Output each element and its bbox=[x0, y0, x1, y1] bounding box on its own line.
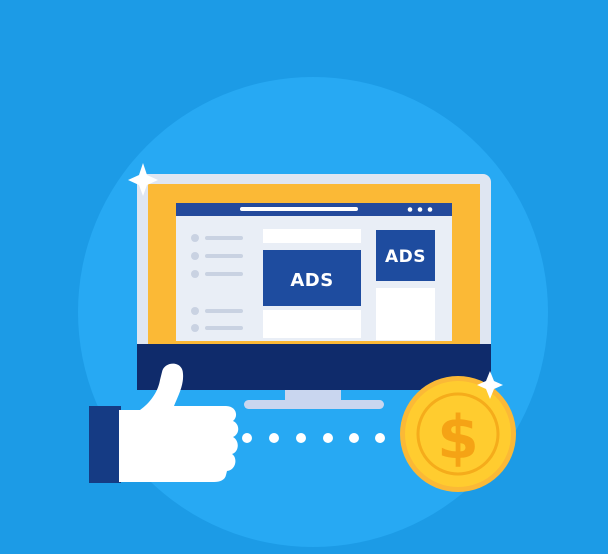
side-ad-label: ADS bbox=[385, 247, 426, 267]
list-line bbox=[205, 254, 243, 258]
connector-dot bbox=[375, 433, 385, 443]
list-bullet bbox=[191, 270, 199, 278]
monitor-icon: ADS ADS bbox=[137, 174, 491, 409]
monitor-neck bbox=[285, 390, 341, 400]
dollar-sign: $ bbox=[437, 403, 479, 473]
sleeve-cuff bbox=[89, 406, 121, 483]
connector-dot bbox=[242, 433, 252, 443]
main-ad-label: ADS bbox=[290, 270, 333, 291]
list-line bbox=[205, 309, 243, 313]
content-block bbox=[263, 229, 361, 243]
list-bullet bbox=[191, 252, 199, 260]
connector-dot bbox=[349, 433, 359, 443]
content-block bbox=[376, 288, 435, 340]
illustration: ADS ADS $ bbox=[78, 77, 548, 547]
list-bullet bbox=[191, 234, 199, 242]
connector-dot bbox=[269, 433, 279, 443]
address-bar bbox=[240, 207, 358, 211]
window-dot bbox=[427, 207, 433, 212]
connector-dot bbox=[296, 433, 306, 443]
dollar-coin-icon: $ bbox=[400, 376, 516, 492]
monitor-base bbox=[244, 400, 384, 409]
window-dot bbox=[417, 207, 423, 212]
list-line bbox=[205, 236, 243, 240]
content-block bbox=[263, 310, 361, 338]
connector-dot bbox=[323, 433, 333, 443]
list-bullet bbox=[191, 324, 199, 332]
list-line bbox=[205, 326, 243, 330]
list-line bbox=[205, 272, 243, 276]
window-dot bbox=[407, 207, 413, 212]
list-bullet bbox=[191, 307, 199, 315]
